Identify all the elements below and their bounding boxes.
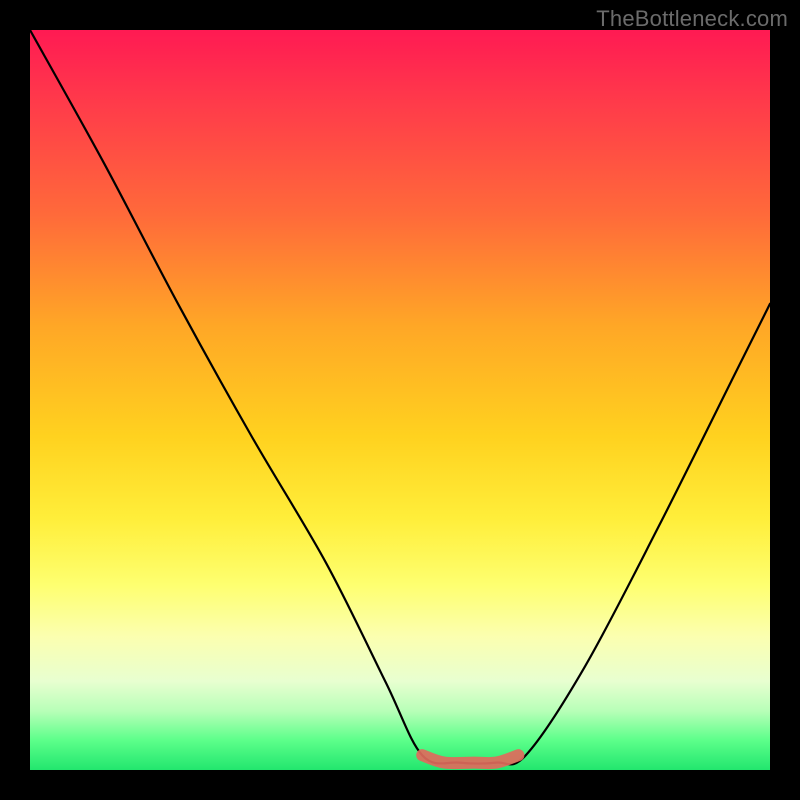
chart-frame: TheBottleneck.com: [0, 0, 800, 800]
highlight-band: [422, 755, 518, 763]
bottleneck-curve: [30, 30, 770, 764]
plot-area: [30, 30, 770, 770]
watermark-text: TheBottleneck.com: [596, 6, 788, 32]
curve-layer: [30, 30, 770, 770]
